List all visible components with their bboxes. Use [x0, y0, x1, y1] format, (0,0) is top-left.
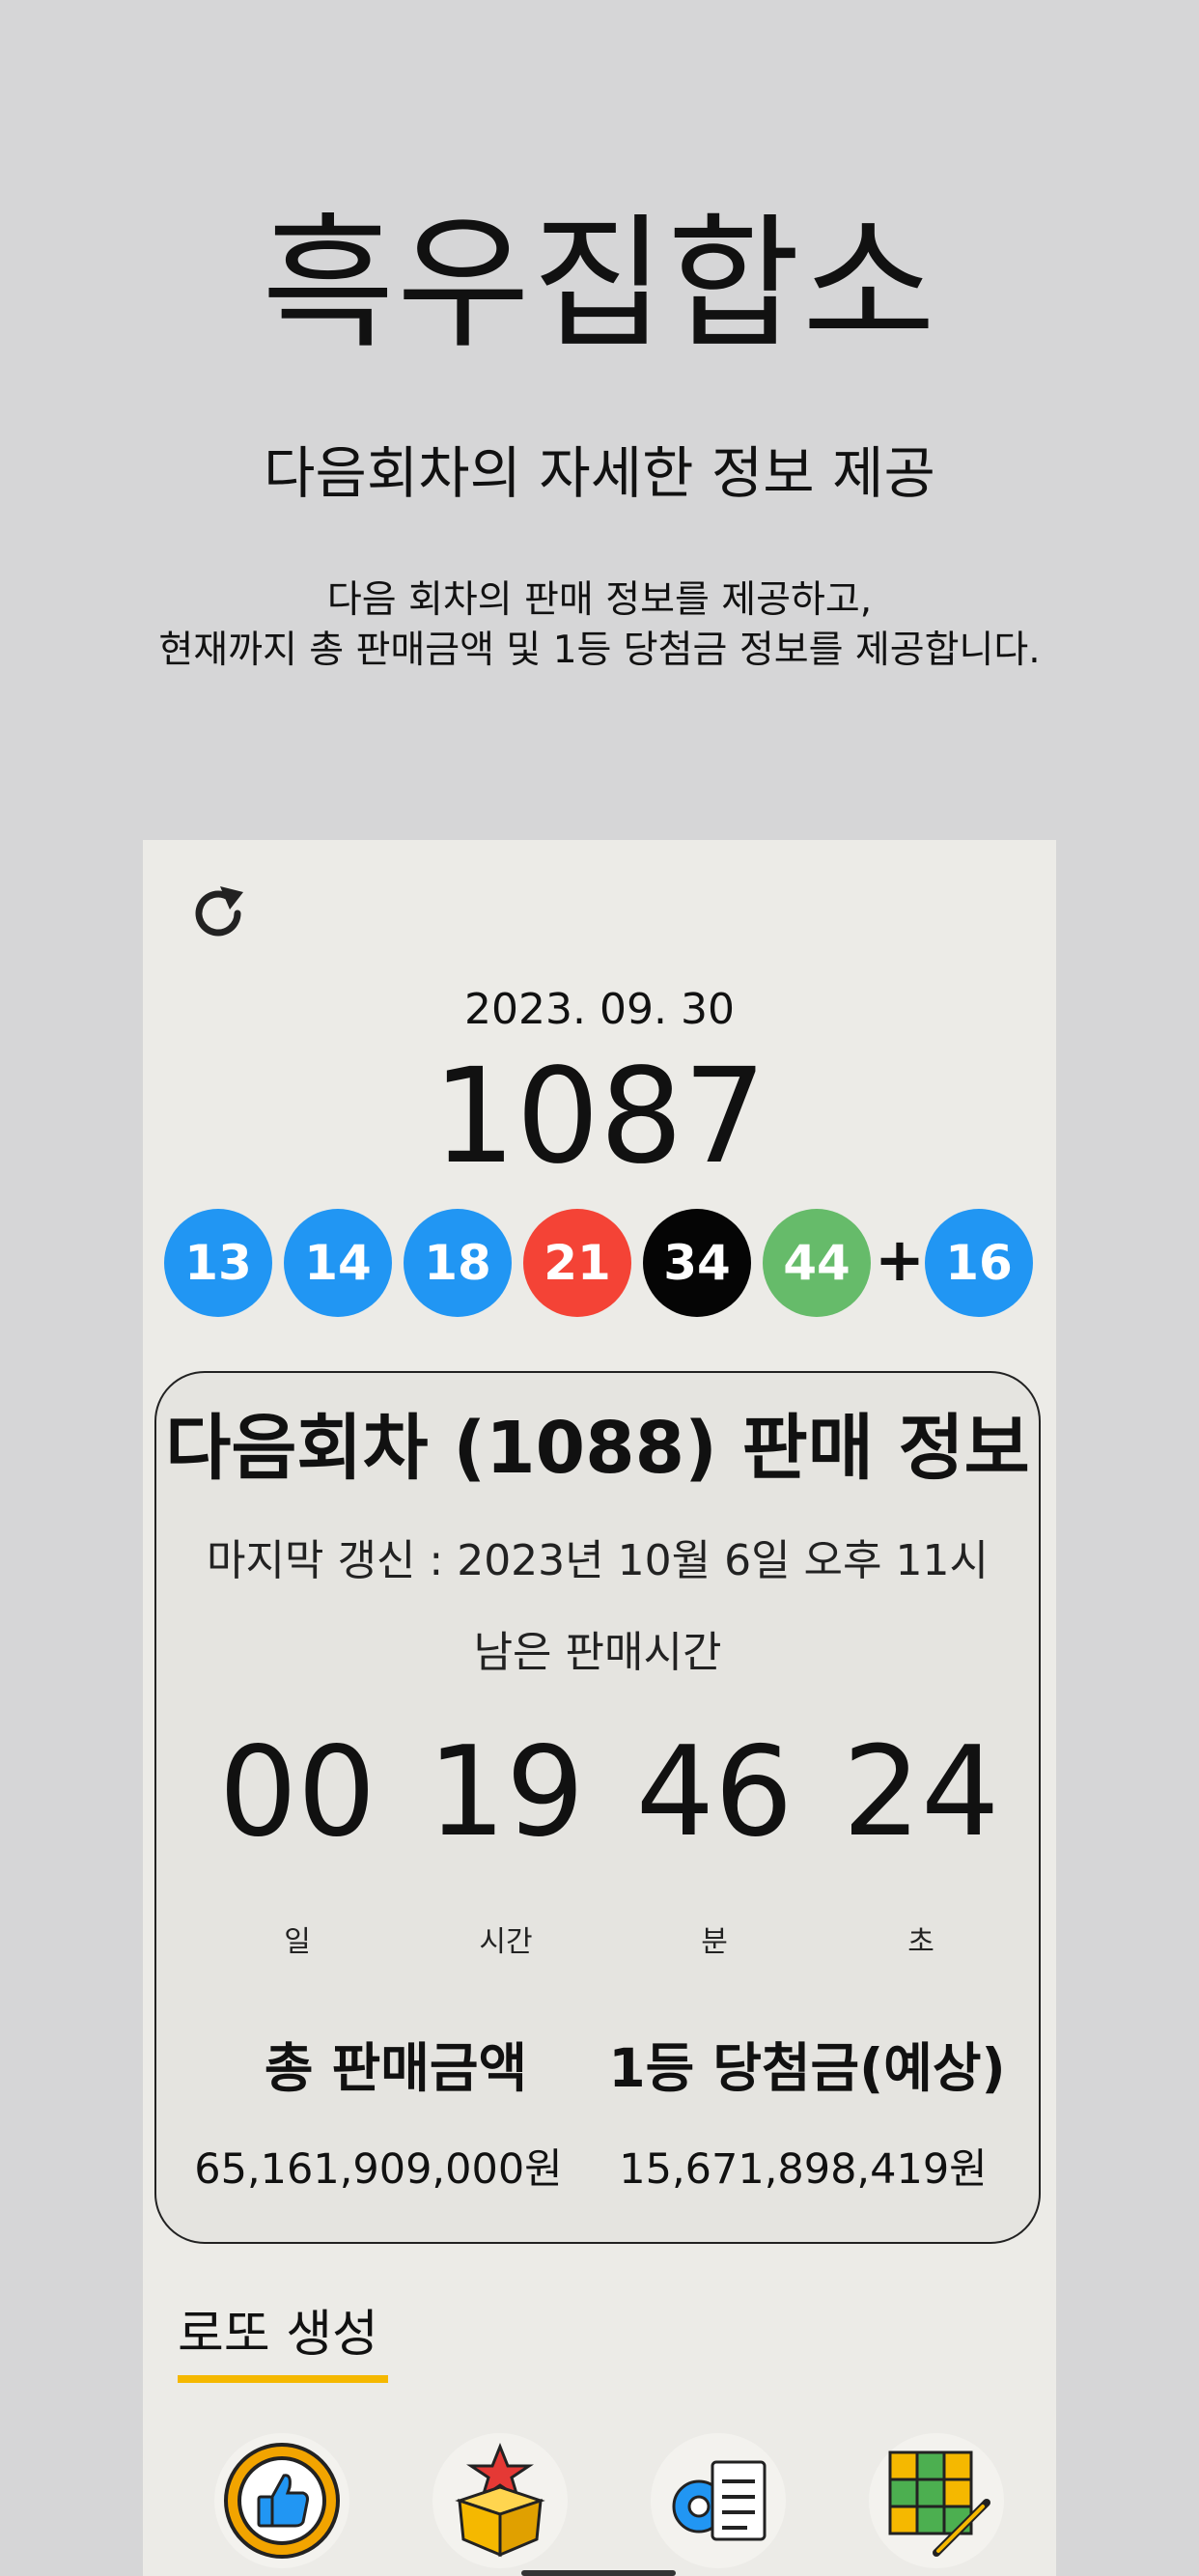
refresh-icon[interactable] [183, 879, 253, 948]
next-sale-info: 다음회차 (1088) 판매 정보 마지막 갱신 : 2023년 10월 6일 … [154, 1371, 1041, 2244]
draw-date: 2023. 09. 30 [464, 985, 735, 1034]
generator-title-underline [178, 2375, 388, 2383]
seconds-unit: 초 [907, 1925, 934, 1959]
countdown-minutes: 46 [635, 1721, 794, 1864]
total-sales-label: 총 판매금액 [264, 2037, 528, 2099]
plus-sign: + [875, 1224, 925, 1295]
number-grid-pencil-icon[interactable] [869, 2433, 1004, 2568]
app-description: 다음 회차의 판매 정보를 제공하고, 현재까지 총 판매금액 및 1등 당첨금… [0, 575, 1199, 676]
days-unit: 일 [284, 1925, 311, 1959]
hours-unit: 시간 [479, 1925, 533, 1959]
generator-options [143, 2433, 1056, 2576]
app-title: 흑우집합소 [261, 201, 937, 369]
app-subtitle: 다음회차의 자세한 정보 제공 [264, 440, 935, 506]
first-prize-label: 1등 당첨금(예상) [608, 2037, 1006, 2099]
countdown-days: 00 [218, 1721, 376, 1864]
remaining-time-label: 남은 판매시간 [473, 1628, 722, 1677]
lotto-ball: 14 [284, 1209, 392, 1317]
lotto-ball: 44 [763, 1209, 871, 1317]
generator-title: 로또 생성 [178, 2306, 378, 2364]
lotto-ball: 18 [404, 1209, 512, 1317]
home-indicator [521, 2570, 676, 2576]
first-prize-value: 15,671,898,419원 [619, 2145, 988, 2194]
next-sale-title: 다음회차 (1088) 판매 정보 [165, 1407, 1030, 1490]
settings-document-icon[interactable] [651, 2433, 786, 2568]
winning-numbers: 13 14 18 21 34 44 + 16 [143, 1209, 1056, 1319]
lotto-card: 2023. 09. 30 1087 13 14 18 21 34 44 + 16… [143, 840, 1056, 2576]
total-sales-value: 65,161,909,000원 [194, 2145, 563, 2194]
last-update-text: 마지막 갱신 : 2023년 10월 6일 오후 11시 [207, 1536, 989, 1585]
minutes-unit: 분 [701, 1925, 728, 1959]
lotto-ball: 34 [643, 1209, 751, 1317]
description-line-2: 현재까지 총 판매금액 및 1등 당첨금 정보를 제공합니다. [158, 629, 1041, 672]
star-box-icon[interactable] [432, 2433, 568, 2568]
countdown-hours: 19 [427, 1721, 585, 1864]
countdown: 00 19 46 24 [156, 1721, 1039, 1865]
countdown-seconds: 24 [842, 1721, 1000, 1864]
thumbs-up-badge-icon[interactable] [214, 2433, 349, 2568]
description-line-1: 다음 회차의 판매 정보를 제공하고, [326, 578, 873, 622]
lotto-ball: 21 [523, 1209, 631, 1317]
bonus-ball: 16 [925, 1209, 1033, 1317]
lotto-ball: 13 [164, 1209, 272, 1317]
draw-round: 1087 [432, 1041, 767, 1193]
